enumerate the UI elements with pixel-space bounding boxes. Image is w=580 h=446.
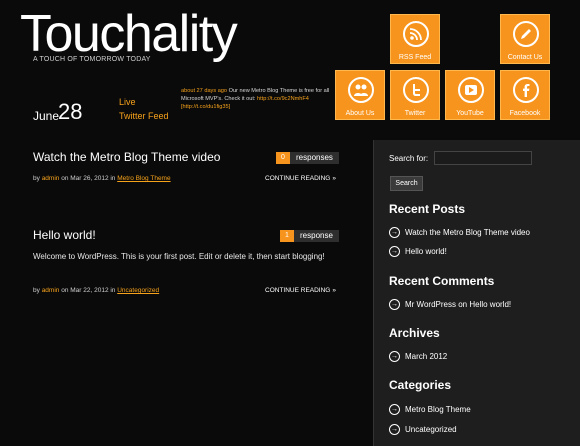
people-icon (348, 77, 374, 103)
tile-label: Contact Us (507, 54, 543, 61)
pencil-icon (513, 21, 539, 47)
main-content: Watch the Metro Blog Theme video 0 respo… (0, 140, 372, 446)
category-link[interactable]: → Uncategorized (389, 424, 457, 435)
responses-badge[interactable]: 1 response (280, 230, 339, 242)
post-excerpt: Welcome to WordPress. This is your first… (33, 252, 325, 261)
search-button[interactable]: Search (390, 176, 423, 191)
meta-date: on Mar 22, 2012 in (61, 287, 116, 294)
comment-on-text: on (458, 300, 468, 309)
rss-icon (403, 21, 429, 47)
tile-label: About Us (345, 110, 375, 117)
responses-count: 0 (276, 152, 290, 164)
sidebar: Search for: Search Recent Posts → Watch … (373, 140, 580, 446)
tile-contact-us[interactable]: Contact Us (500, 14, 550, 64)
recent-posts-title: Recent Posts (389, 202, 466, 216)
post-title[interactable]: Watch the Metro Blog Theme video (33, 150, 220, 164)
categories-title: Categories (389, 378, 452, 392)
tweet-time[interactable]: about 27 days ago (181, 88, 227, 94)
tile-twitter[interactable]: Twitter (390, 70, 440, 120)
category-label: Uncategorized (405, 425, 457, 434)
recent-post-label: Watch the Metro Blog Theme video (405, 228, 530, 237)
continue-reading-label: CONTINUE READING (265, 175, 331, 182)
responses-badge[interactable]: 0 responses (276, 152, 339, 164)
search-input[interactable] (434, 151, 532, 165)
responses-count: 1 (280, 230, 294, 242)
search-label: Search for: (389, 154, 429, 163)
double-chevron-icon: » (332, 287, 336, 294)
tile-label: YouTube (456, 110, 484, 117)
tile-label: Twitter (404, 110, 426, 117)
meta-by: by (33, 287, 40, 294)
author-link[interactable]: admin (42, 287, 60, 294)
meta-date: on Mar 26, 2012 in (61, 175, 116, 182)
live-link[interactable]: Live (119, 97, 136, 107)
continue-reading-link[interactable]: CONTINUE READING » (265, 287, 336, 294)
post-meta: by admin on Mar 22, 2012 in Uncategorize… (33, 287, 159, 294)
recent-comments-title: Recent Comments (389, 274, 495, 288)
arrow-right-icon: → (389, 299, 400, 310)
meta-by: by (33, 175, 40, 182)
tile-label: RSS Feed (398, 54, 432, 61)
recent-post-label: Hello world! (405, 247, 447, 256)
date-month: June (33, 109, 60, 123)
twitter-feed-link[interactable]: Twitter Feed (119, 111, 169, 121)
tweet-link[interactable]: http://t.co/9c2NmhF4 (257, 96, 309, 102)
recent-post-link[interactable]: → Hello world! (389, 246, 447, 257)
category-link[interactable]: Metro Blog Theme (117, 175, 170, 182)
tile-facebook[interactable]: Facebook (500, 70, 550, 120)
tile-label: Facebook (509, 110, 541, 117)
arrow-right-icon: → (389, 351, 400, 362)
responses-label: response (294, 230, 339, 242)
comment-author-link[interactable]: Mr WordPress (405, 300, 456, 309)
arrow-right-icon: → (389, 227, 400, 238)
comment-post-link[interactable]: Hello world! (469, 300, 511, 309)
site-title[interactable]: Touchality (20, 4, 238, 64)
recent-post-link[interactable]: → Watch the Metro Blog Theme video (389, 227, 530, 238)
archives-title: Archives (389, 326, 440, 340)
author-link[interactable]: admin (42, 175, 60, 182)
double-chevron-icon: » (332, 175, 336, 182)
date-day: 28 (58, 99, 83, 124)
tile-youtube[interactable]: YouTube (445, 70, 495, 120)
site-tagline: A TOUCH OF TOMORROW TODAY (33, 56, 151, 63)
twitter-icon (403, 77, 429, 103)
post-meta: by admin on Mar 26, 2012 in Metro Blog T… (33, 175, 171, 182)
facebook-icon (513, 77, 539, 103)
post-title[interactable]: Hello world! (33, 228, 96, 242)
arrow-right-icon: → (389, 424, 400, 435)
continue-reading-label: CONTINUE READING (265, 287, 331, 294)
archive-label: March 2012 (405, 352, 448, 361)
category-link[interactable]: Uncategorized (117, 287, 159, 294)
continue-reading-link[interactable]: CONTINUE READING » (265, 175, 336, 182)
tweet-text: about 27 days ago Our new Metro Blog The… (181, 87, 331, 111)
arrow-right-icon: → (389, 404, 400, 415)
arrow-right-icon: → (389, 246, 400, 257)
recent-comment-item: → Mr WordPress on Hello world! (389, 299, 511, 310)
responses-label: responses (290, 152, 339, 164)
category-label: Metro Blog Theme (405, 405, 471, 414)
category-link[interactable]: → Metro Blog Theme (389, 404, 471, 415)
tile-about-us[interactable]: About Us (335, 70, 385, 120)
archive-link[interactable]: → March 2012 (389, 351, 447, 362)
tweet-link-expanded[interactable]: [http://t.co/du1fig35] (181, 104, 230, 110)
youtube-icon (458, 77, 484, 103)
tile-rss-feed[interactable]: RSS Feed (390, 14, 440, 64)
